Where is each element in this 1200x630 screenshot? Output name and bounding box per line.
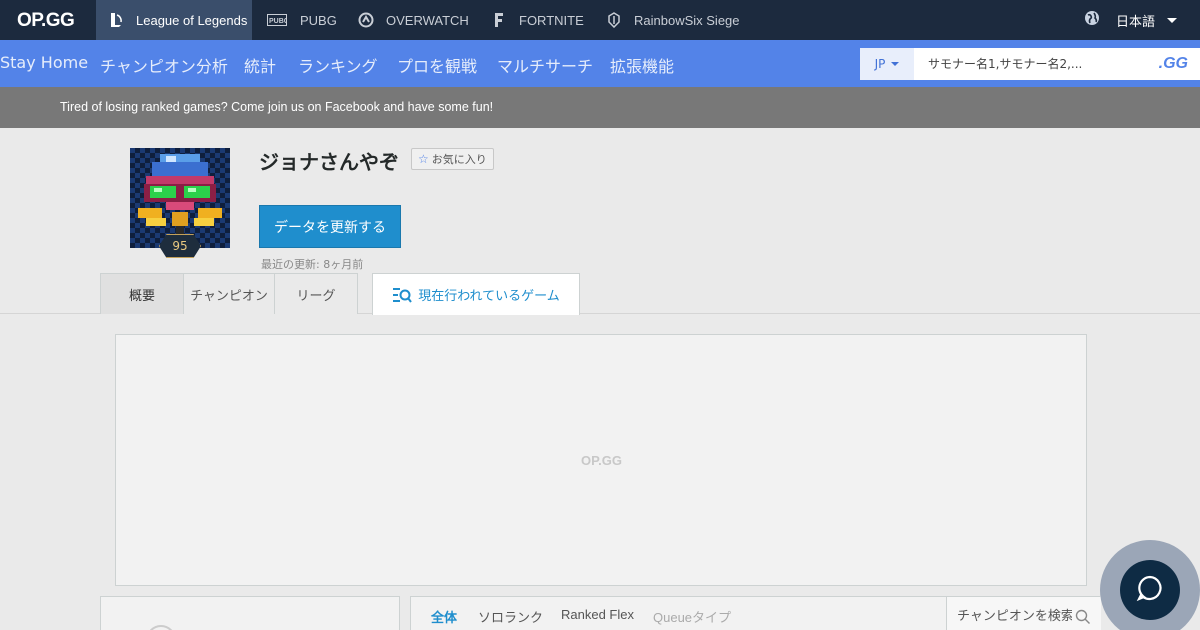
nav-item-pro-watch[interactable]: プロを観戦 xyxy=(397,53,477,77)
game-tab-fortnite[interactable]: FORTNITE xyxy=(491,0,584,40)
language-label: 日本語 xyxy=(1116,14,1156,30)
chevron-down-icon xyxy=(891,62,900,66)
lol-icon xyxy=(108,12,124,28)
game-tab-overwatch[interactable]: OVERWATCH xyxy=(358,0,469,40)
game-tab-label: OVERWATCH xyxy=(386,12,469,28)
game-tab-label: PUBG xyxy=(300,12,337,28)
champion-search xyxy=(946,597,1101,630)
refresh-data-button[interactable]: データを更新する xyxy=(259,205,401,248)
summoner-search: .GG xyxy=(914,48,1200,80)
game-tab-label: FORTNITE xyxy=(519,12,584,28)
nav-item-stay-home[interactable]: Stay Home xyxy=(0,53,88,72)
game-tab-pubg[interactable]: PUBG PUBG xyxy=(266,0,337,40)
match-history-panel: 全体 ソロランク Ranked Flex Queueタイプ xyxy=(410,596,1101,630)
chevron-down-icon xyxy=(1167,17,1178,23)
game-tab-label: RainbowSix Siege xyxy=(634,12,740,28)
nav-item-champion-analysis[interactable]: チャンピオン分析 xyxy=(100,53,228,77)
r6-icon xyxy=(606,12,622,28)
queue-tab-all[interactable]: 全体 xyxy=(431,607,457,626)
nav-item-extensions[interactable]: 拡張機能 xyxy=(610,53,674,77)
ad-logo: OP.GG xyxy=(581,453,622,468)
banner-text: Tired of losing ranked games? Come join … xyxy=(60,100,494,114)
nav-item-multisearch[interactable]: マルチサーチ xyxy=(497,53,593,77)
tab-league[interactable]: リーグ xyxy=(274,273,358,314)
tab-champions[interactable]: チャンピオン xyxy=(183,273,275,314)
main-nav: Stay Home チャンピオン分析 統計 ランキング プロを観戦 マルチサーチ… xyxy=(0,40,1200,87)
queue-type-dropdown[interactable]: Queueタイプ xyxy=(653,607,731,626)
live-game-search-icon xyxy=(392,286,413,304)
globe-icon xyxy=(1084,10,1100,30)
last-updated-text: 最近の更新: 8ヶ月前 xyxy=(261,258,364,271)
search-icon[interactable] xyxy=(1075,609,1091,629)
promo-banner[interactable]: Tired of losing ranked games? Come join … xyxy=(0,87,1200,128)
game-tab-rainbowsix[interactable]: RainbowSix Siege xyxy=(606,0,740,40)
rank-panel xyxy=(100,596,400,630)
search-submit-button[interactable]: .GG xyxy=(1159,55,1188,73)
tab-live-game[interactable]: 現在行われているゲーム xyxy=(372,273,580,315)
summoner-level-badge: 95 xyxy=(159,234,201,258)
svg-text:PUBG: PUBG xyxy=(269,18,287,25)
language-selector[interactable]: 日本語 xyxy=(1084,0,1178,40)
chat-bubble-icon xyxy=(1136,574,1164,606)
champion-search-input[interactable] xyxy=(947,597,1072,630)
profile-header: 95 ジョナさんやぞ ☆ お気に入り データを更新する 最近の更新: 8ヶ月前 … xyxy=(0,128,1200,315)
tab-overview[interactable]: 概要 xyxy=(100,273,184,314)
opgg-logo[interactable]: OP.GG xyxy=(17,10,75,32)
star-icon: ☆ xyxy=(418,152,429,166)
nav-item-ranking[interactable]: ランキング xyxy=(298,53,378,77)
queue-tab-flex[interactable]: Ranked Flex xyxy=(561,607,634,622)
summoner-avatar xyxy=(130,148,230,248)
pubg-icon: PUBG xyxy=(266,12,288,28)
help-chat-button[interactable] xyxy=(1120,560,1180,620)
fortnite-icon xyxy=(491,12,507,28)
live-game-label: 現在行われているゲーム xyxy=(418,289,560,304)
nav-item-stats[interactable]: 統計 xyxy=(244,53,276,77)
region-label: JP xyxy=(874,57,886,71)
favorite-label: お気に入り xyxy=(431,153,487,166)
game-tab-label: League of Legends xyxy=(136,12,248,28)
game-tab-league-of-legends[interactable]: League of Legends xyxy=(96,0,252,40)
summoner-name: ジョナさんやぞ xyxy=(259,150,399,174)
queue-tab-solo[interactable]: ソロランク xyxy=(478,607,543,626)
favorite-button[interactable]: ☆ お気に入り xyxy=(411,148,494,170)
summoner-search-input[interactable] xyxy=(914,48,1144,80)
rank-emblem xyxy=(146,625,176,630)
ad-placeholder: OP.GG xyxy=(115,334,1087,586)
overwatch-icon xyxy=(358,12,374,28)
region-selector[interactable]: JP xyxy=(860,48,914,80)
top-bar: OP.GG League of Legends PUBG PUBG OVERWA… xyxy=(0,0,1200,40)
